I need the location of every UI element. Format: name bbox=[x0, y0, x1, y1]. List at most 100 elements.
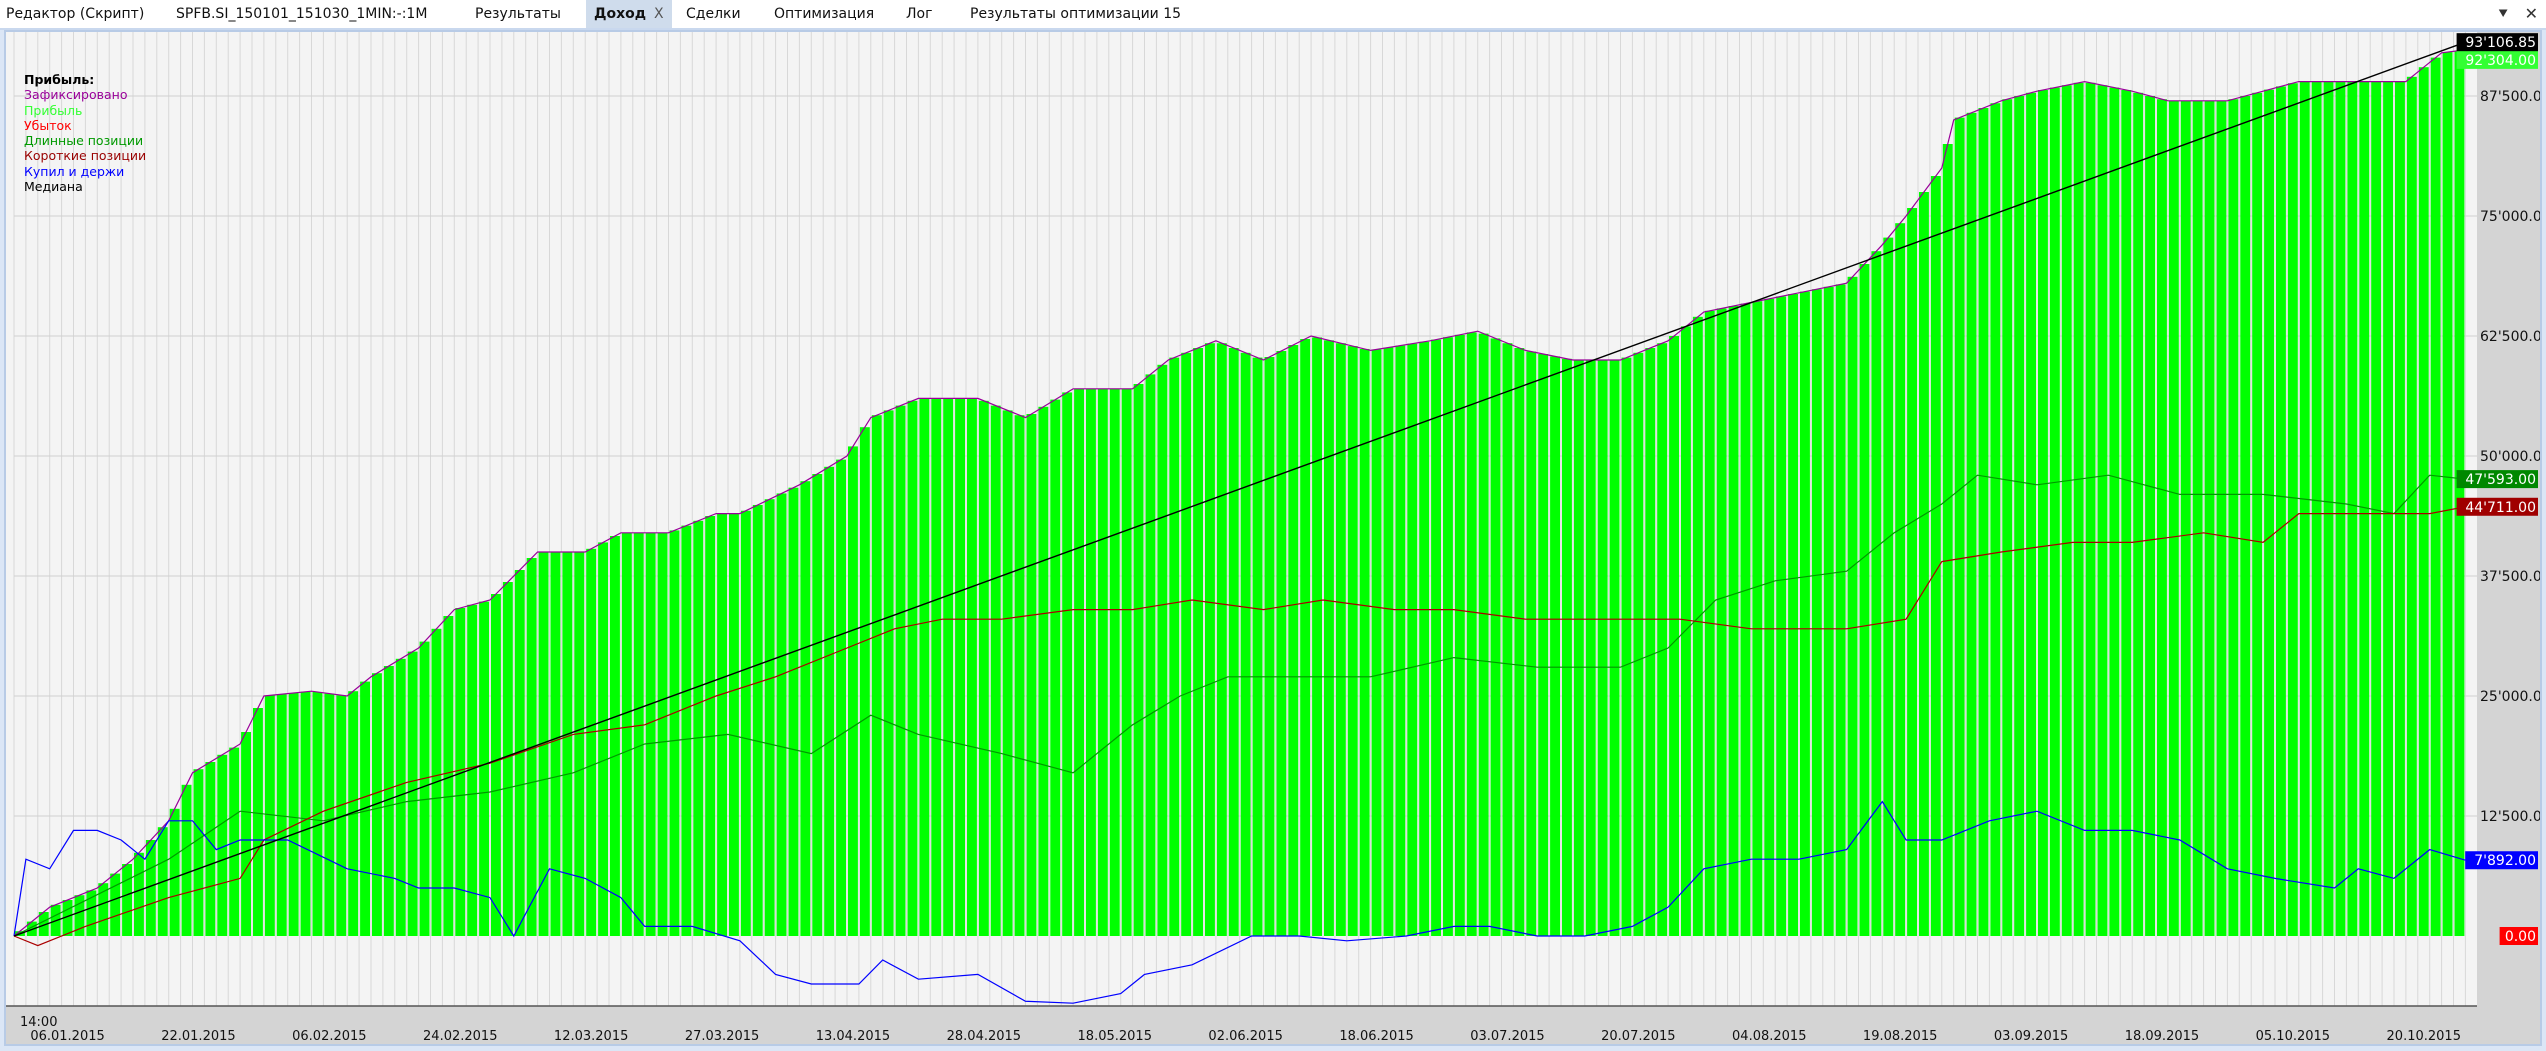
profit-bar bbox=[883, 410, 894, 936]
legend-title: Прибыль: bbox=[24, 72, 95, 87]
profit-bar bbox=[2264, 89, 2274, 937]
close-icon[interactable]: ✕ bbox=[2525, 4, 2538, 23]
profit-bar bbox=[1050, 399, 1061, 937]
tab-trades[interactable]: Сделки bbox=[686, 0, 741, 28]
tab-optimization-results[interactable]: Результаты оптимизации 15 bbox=[970, 0, 1181, 28]
profit-bar bbox=[1121, 388, 1132, 936]
profit-bar bbox=[669, 530, 680, 936]
x-tick-label: 20.10.2015 bbox=[2387, 1029, 2461, 1044]
profit-bar bbox=[2216, 100, 2227, 937]
profit-bar bbox=[2287, 83, 2298, 936]
profit-bar bbox=[1764, 298, 1775, 936]
x-tick-label: 04.08.2015 bbox=[1732, 1029, 1806, 1044]
profit-bar bbox=[562, 552, 573, 936]
profit-bar bbox=[2168, 100, 2179, 937]
profit-bar bbox=[848, 446, 858, 936]
profit-bar bbox=[633, 532, 644, 936]
profit-bar bbox=[1359, 348, 1370, 937]
profit-bar bbox=[2073, 82, 2084, 937]
profit-bar bbox=[681, 525, 692, 936]
tab-results[interactable]: Результаты bbox=[475, 0, 561, 28]
profit-bar bbox=[1907, 208, 1917, 936]
profit-bar bbox=[978, 400, 989, 936]
profit-bar bbox=[824, 466, 835, 936]
tab-income[interactable]: Доход X bbox=[586, 0, 672, 28]
tab-instrument[interactable]: SPFB.SI_150101_151030_1MIN:-:1M bbox=[176, 0, 427, 28]
profit-bar bbox=[1193, 348, 1203, 936]
y-tick-label: 12'500.00 bbox=[2480, 809, 2540, 825]
profit-bar bbox=[2395, 81, 2405, 937]
legend-item-short: Короткие позиции bbox=[24, 148, 147, 164]
profit-bar bbox=[2383, 81, 2393, 937]
legend-item-long: Длинные позиции bbox=[24, 133, 144, 149]
profit-bar bbox=[324, 693, 335, 936]
profit-bar bbox=[1728, 306, 1739, 936]
profit-bar bbox=[1990, 103, 2001, 936]
profit-bar bbox=[788, 487, 799, 936]
y-tick-label: 62'500.00 bbox=[2480, 329, 2540, 345]
legend: Прибыль: Зафиксировано Прибыль Убыток Дл… bbox=[24, 72, 146, 194]
legend-item-buy-hold: Купил и держи bbox=[24, 163, 125, 179]
profit-bar bbox=[1502, 343, 1513, 936]
profit-bar bbox=[1752, 301, 1763, 936]
profit-bar bbox=[1681, 326, 1691, 936]
close-tab-icon[interactable]: X bbox=[654, 6, 664, 22]
profit-bar bbox=[1585, 360, 1596, 936]
x-tick-label: 03.09.2015 bbox=[1994, 1029, 2068, 1044]
profit-bar bbox=[1942, 144, 1953, 936]
profit-bar bbox=[752, 504, 763, 936]
profit-bar bbox=[1074, 388, 1084, 936]
profit-bar bbox=[1288, 345, 1299, 936]
profit-bar bbox=[1835, 284, 1846, 936]
profit-bar bbox=[1169, 357, 1180, 937]
profit-bar bbox=[2002, 99, 2013, 936]
profit-bar bbox=[1740, 303, 1751, 937]
profit-bar bbox=[1621, 357, 1632, 937]
profit-bar bbox=[2180, 100, 2191, 937]
profit-bar bbox=[122, 864, 132, 936]
x-tick-label: 18.06.2015 bbox=[1339, 1029, 1413, 1044]
profit-bar bbox=[2038, 90, 2048, 936]
tab-income-label: Доход bbox=[594, 6, 647, 22]
dropdown-menu-icon[interactable]: ⯆ bbox=[2497, 4, 2510, 23]
tab-log[interactable]: Лог bbox=[906, 0, 932, 28]
profit-bar bbox=[1966, 112, 1977, 937]
profit-bar bbox=[955, 398, 965, 936]
profit-bar bbox=[1312, 337, 1322, 936]
profit-bar bbox=[1562, 358, 1572, 936]
profit-bar bbox=[586, 548, 597, 936]
income-chart: 87'500.00 75'000.00 62'500.00 50'000.00 37'5… bbox=[6, 32, 2540, 1044]
x-tick-label: 27.03.2015 bbox=[685, 1029, 759, 1044]
x-tick-label: 22.01.2015 bbox=[161, 1029, 235, 1044]
profit-bar bbox=[1526, 351, 1537, 937]
profit-bar bbox=[776, 493, 787, 936]
y-axis-panel bbox=[2477, 32, 2540, 1044]
profit-bar bbox=[395, 658, 406, 936]
profit-bar bbox=[2109, 87, 2120, 937]
x-tick-label: 18.09.2015 bbox=[2125, 1029, 2199, 1044]
tab-editor[interactable]: Редактор (Скрипт) bbox=[6, 0, 144, 28]
profit-bar bbox=[2014, 96, 2025, 936]
profit-bar bbox=[645, 532, 656, 936]
profit-bar bbox=[1871, 251, 1882, 936]
profit-bar bbox=[1002, 410, 1013, 936]
x-tick-label: 13.04.2015 bbox=[816, 1029, 890, 1044]
x-tick-label: 06.01.2015 bbox=[30, 1029, 104, 1044]
profit-bar bbox=[1800, 291, 1810, 937]
profit-bar bbox=[859, 427, 870, 936]
profit-bar bbox=[1514, 348, 1525, 936]
profit-bar bbox=[693, 520, 704, 936]
profit-bar bbox=[110, 873, 121, 936]
tab-optimization[interactable]: Оптимизация bbox=[774, 0, 874, 28]
profit-bar bbox=[1954, 117, 1965, 937]
profit-bar bbox=[2311, 81, 2322, 937]
profit-bar bbox=[1240, 352, 1251, 936]
x-tick-label: 18.05.2015 bbox=[1078, 1029, 1152, 1044]
profit-bar bbox=[2323, 81, 2334, 937]
profit-bar bbox=[800, 481, 811, 936]
profit-bar bbox=[1466, 332, 1477, 936]
legend-item-loss: Убыток bbox=[24, 117, 72, 133]
profit-bar bbox=[1443, 337, 1453, 936]
profit-bar bbox=[717, 513, 727, 936]
profit-bar bbox=[205, 762, 216, 936]
